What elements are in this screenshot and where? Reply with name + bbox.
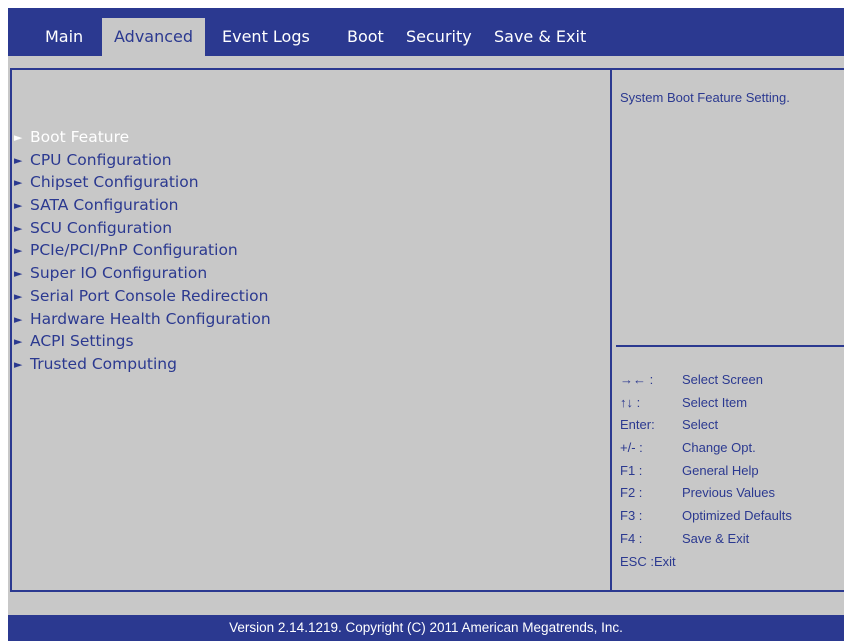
menu-item-serial-port-console-redirection[interactable]: ► Serial Port Console Redirection [14,285,271,308]
key-legend-row: F3 : Optimized Defaults [620,505,792,528]
key-legend-row: →← : Select Screen [620,369,792,392]
settings-panel: ► Boot Feature ► CPU Configuration ► Chipset … [10,68,610,592]
bios-setup-screen: Main Advanced Event Logs Boot Security S… [0,0,844,641]
tab-boot[interactable]: Boot [347,18,384,56]
submenu-arrow-icon: ► [14,131,23,144]
tab-advanced[interactable]: Advanced [102,18,206,56]
key-legend-row: +/- : Change Opt. [620,437,792,460]
tab-save-exit[interactable]: Save & Exit [494,18,586,56]
key-legend-row: F4 : Save & Exit [620,528,792,551]
menu-item-pcie-pci-pnp-configuration[interactable]: ► PCIe/PCI/PnP Configuration [14,239,271,262]
tab-security[interactable]: Security [406,18,472,56]
key-name: ESC :Exit [620,553,676,569]
menu-item-label: Hardware Health Configuration [30,309,271,328]
menu-item-label: SATA Configuration [30,196,179,215]
menu-item-sata-configuration[interactable]: ► SATA Configuration [14,194,271,217]
menu-item-label: Chipset Configuration [30,173,199,192]
help-panel: System Boot Feature Setting. →← : Select … [612,68,844,592]
menu-item-label: Serial Port Console Redirection [30,286,269,305]
version-footer: Version 2.14.1219. Copyright (C) 2011 Am… [8,615,844,641]
submenu-arrow-icon: ► [14,357,23,371]
submenu-arrow-icon: ► [14,312,23,326]
menu-item-acpi-settings[interactable]: ► ACPI Settings [14,330,271,353]
key-legend-row: F1 : General Help [620,460,792,483]
menu-item-label: Boot Feature [30,128,130,146]
key-description: General Help [682,462,759,478]
help-divider [616,345,844,347]
key-description: Select [682,417,719,433]
menu-item-boot-feature[interactable]: ► Boot Feature [14,126,271,149]
menu-item-label: CPU Configuration [30,150,172,169]
menu-item-super-io-configuration[interactable]: ► Super IO Configuration [14,262,271,285]
key-name: →← : [620,372,654,387]
tab-main[interactable]: Main [45,18,83,56]
key-name: F1 : [620,462,643,478]
key-legend-row: ESC :Exit [620,551,792,574]
advanced-menu-list: ► Boot Feature ► CPU Configuration ► Chipset … [14,126,271,376]
submenu-arrow-icon: ► [14,199,23,213]
menu-item-label: Super IO Configuration [30,264,208,283]
submenu-arrow-icon: ► [14,153,23,167]
menu-item-trusted-computing[interactable]: ► Trusted Computing [14,353,271,376]
submenu-arrow-icon: ► [14,176,23,190]
key-description: Select Screen [682,372,763,387]
menu-item-chipset-configuration[interactable]: ► Chipset Configuration [14,171,271,194]
key-description: Select Item [682,394,748,410]
key-legend: →← : Select Screen ↑↓ : Select Item Enter: Se… [620,369,792,573]
tab-event-logs[interactable]: Event Logs [222,18,310,56]
key-description: Save & Exit [682,530,750,546]
submenu-arrow-icon: ► [14,267,23,281]
menu-item-label: PCIe/PCI/PnP Configuration [30,241,238,260]
content-area: ► Boot Feature ► CPU Configuration ► Chipset … [8,56,844,616]
menu-item-label: Trusted Computing [30,354,177,373]
key-legend-row: F2 : Previous Values [620,482,792,505]
key-name: Enter: [620,417,655,433]
key-name: F4 : [620,530,643,546]
submenu-arrow-icon: ► [14,335,23,349]
key-legend-row: Enter: Select [620,414,792,437]
key-name: F2 : [620,485,643,501]
menu-item-label: SCU Configuration [30,218,173,237]
menu-item-cpu-configuration[interactable]: ► CPU Configuration [14,149,271,172]
menu-item-hardware-health-configuration[interactable]: ► Hardware Health Configuration [14,308,271,331]
key-legend-row: ↑↓ : Select Item [620,392,792,415]
key-name: F3 : [620,508,643,524]
submenu-arrow-icon: ► [14,289,23,303]
key-name: ↑↓ : [620,394,641,410]
menu-item-scu-configuration[interactable]: ► SCU Configuration [14,217,271,240]
submenu-arrow-icon: ► [14,221,23,235]
tab-bar: Main Advanced Event Logs Boot Security S… [8,8,844,56]
help-description: System Boot Feature Setting. [620,90,790,105]
key-description: Change Opt. [682,440,756,456]
key-description: Previous Values [682,485,775,501]
menu-item-label: ACPI Settings [30,332,134,351]
key-description: Optimized Defaults [682,508,792,524]
key-name: +/- : [620,440,643,456]
submenu-arrow-icon: ► [14,244,23,258]
